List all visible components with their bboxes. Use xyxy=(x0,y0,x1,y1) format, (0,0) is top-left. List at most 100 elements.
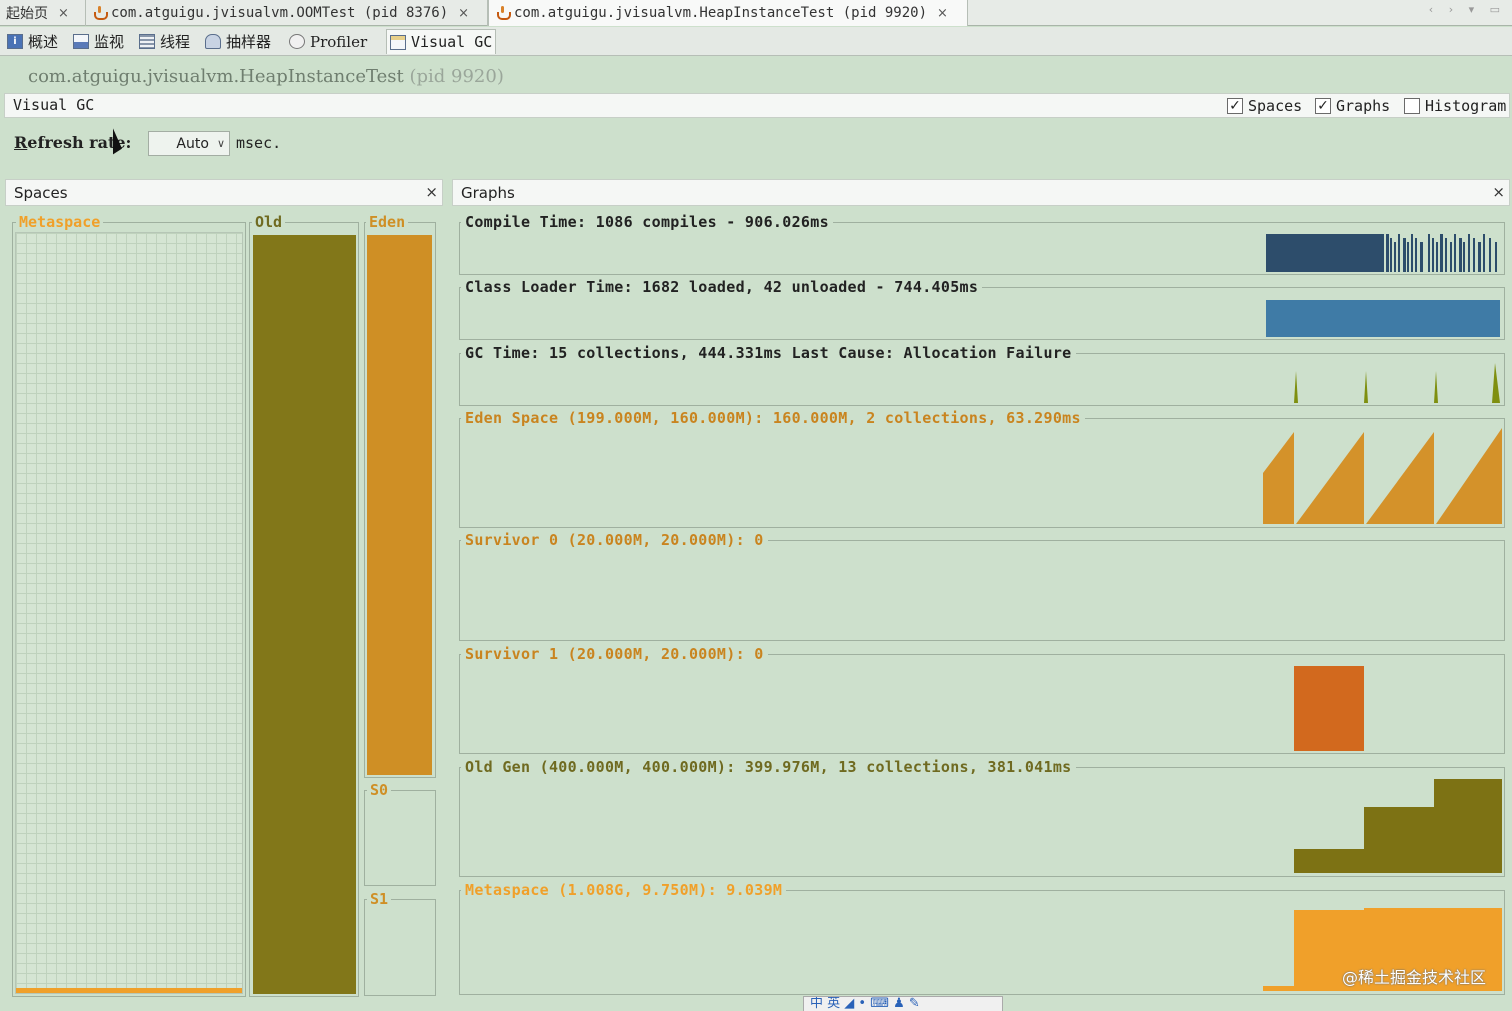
sampler-icon xyxy=(205,34,221,49)
tab-scroll-arrows[interactable]: ‹ › ▾ ▭ xyxy=(1429,3,1506,16)
close-icon[interactable]: × xyxy=(458,6,469,21)
eden-space-title: Eden Space (199.000M, 160.000M): 160.000… xyxy=(461,410,1085,426)
doc-tab-heapinstancetest[interactable]: com.atguigu.jvisualvm.HeapInstanceTest (… xyxy=(488,0,968,26)
ime-toolbar[interactable]: 中 英 ◢ • ⌨ ♟ ✎ xyxy=(803,996,1003,1011)
gc-time-title: GC Time: 15 collections, 444.331ms Last … xyxy=(461,345,1076,361)
eden-space-chart xyxy=(1263,428,1502,524)
tab-label: 概述 xyxy=(28,33,59,51)
s0-label: S0 xyxy=(367,782,392,798)
graphs-checkbox[interactable]: ✓ Graphs xyxy=(1315,97,1390,115)
doc-tab-start-page[interactable]: 起始页 × xyxy=(0,0,86,26)
compile-spike xyxy=(1483,234,1485,272)
checkbox-label: Graphs xyxy=(1336,97,1391,115)
visual-gc-toolbar: Visual GC ✓ Spaces ✓ Graphs Histogram xyxy=(4,93,1510,118)
compile-spike xyxy=(1432,238,1434,272)
process-title: com.atguigu.jvisualvm.HeapInstanceTest (… xyxy=(28,66,504,87)
compile-spike xyxy=(1398,234,1400,272)
doc-tab-oomtest[interactable]: com.atguigu.jvisualvm.OOMTest (pid 8376)… xyxy=(86,0,488,26)
eden-sawtooth xyxy=(1296,432,1364,524)
info-icon: i xyxy=(7,34,23,49)
spaces-panel-title: Spaces xyxy=(14,184,68,202)
tab-label: Visual GC xyxy=(411,33,493,51)
doc-tab-label: com.atguigu.jvisualvm.OOMTest (pid 8376) xyxy=(111,5,449,21)
checkmark-icon: ✓ xyxy=(1227,98,1243,114)
watermark: @稀土掘金技术社区 xyxy=(1341,968,1486,987)
survivor0-title: Survivor 0 (20.000M, 20.000M): 0 xyxy=(461,532,768,548)
class-loader-title: Class Loader Time: 1682 loaded, 42 unloa… xyxy=(461,279,983,295)
old-gen-title: Old Gen (400.000M, 400.000M): 399.976M, … xyxy=(461,759,1076,775)
spaces-checkbox[interactable]: ✓ Spaces xyxy=(1227,97,1302,115)
graphs-panel-title: Graphs xyxy=(461,184,515,202)
class-loader-block xyxy=(1266,300,1500,337)
compile-spike xyxy=(1463,242,1465,272)
s1-label: S1 xyxy=(367,891,392,907)
compile-spike xyxy=(1473,238,1475,272)
compile-spike xyxy=(1489,238,1491,272)
eden-sawtooth xyxy=(1436,428,1502,524)
compile-spike xyxy=(1407,242,1409,272)
refresh-rate-value: Auto xyxy=(176,135,209,152)
compile-spike xyxy=(1394,242,1396,272)
close-icon[interactable]: × xyxy=(1492,183,1505,201)
gc-spike xyxy=(1364,371,1368,403)
process-name: com.atguigu.jvisualvm.HeapInstanceTest xyxy=(28,66,404,87)
refresh-unit: msec. xyxy=(236,134,282,152)
metaspace-grid xyxy=(15,232,243,994)
checkbox-label: Histogram xyxy=(1425,97,1507,115)
tab-threads[interactable]: 线程 xyxy=(136,29,193,54)
tab-monitor[interactable]: 监视 xyxy=(70,29,127,54)
compile-spike xyxy=(1468,234,1470,272)
metaspace-label: Metaspace xyxy=(16,214,104,230)
survivor0-graph xyxy=(459,540,1505,641)
tab-sampler[interactable]: 抽样器 xyxy=(202,29,274,54)
eden-label: Eden xyxy=(366,214,409,230)
compile-spike xyxy=(1478,242,1481,272)
tab-overview[interactable]: i 概述 xyxy=(4,29,61,54)
close-icon[interactable]: × xyxy=(58,6,69,21)
gc-spike xyxy=(1434,371,1438,403)
doc-tab-label: 起始页 xyxy=(6,6,48,22)
spaces-panel-header: Spaces × xyxy=(5,179,443,206)
survivor1-block xyxy=(1294,666,1364,751)
close-icon[interactable]: × xyxy=(937,6,948,21)
compile-spike xyxy=(1450,242,1452,272)
old-fill xyxy=(253,235,356,994)
gc-spike xyxy=(1294,371,1298,403)
close-icon[interactable]: × xyxy=(425,183,438,201)
survivor1-chart xyxy=(1294,666,1364,751)
compile-spike xyxy=(1415,238,1417,272)
view-tab-bar: i 概述 监视 线程 抽样器 Profiler Visual GC xyxy=(0,27,1512,56)
compile-spike xyxy=(1428,234,1430,272)
document-tab-bar: 起始页 × com.atguigu.jvisualvm.OOMTest (pid… xyxy=(0,0,1512,26)
compile-time-title: Compile Time: 1086 compiles - 906.026ms xyxy=(461,214,833,230)
threads-icon xyxy=(139,34,155,49)
compile-spike xyxy=(1454,234,1456,272)
java-icon xyxy=(92,5,108,21)
gc-spike xyxy=(1492,363,1500,403)
chevron-down-icon: ∨ xyxy=(216,137,225,150)
tab-label: 线程 xyxy=(160,33,191,51)
refresh-rate-select[interactable]: Auto ∨ xyxy=(148,131,230,156)
tab-visual-gc[interactable]: Visual GC xyxy=(386,29,497,54)
tab-label: 抽样器 xyxy=(226,33,272,51)
visual-gc-icon xyxy=(390,34,406,50)
doc-tab-label: com.atguigu.jvisualvm.HeapInstanceTest (… xyxy=(514,5,928,21)
old-label: Old xyxy=(252,214,286,230)
metaspace-title: Metaspace (1.008G, 9.750M): 9.039M xyxy=(461,882,787,898)
tab-profiler[interactable]: Profiler xyxy=(286,29,370,54)
compile-spike xyxy=(1440,234,1443,272)
histogram-checkbox[interactable]: Histogram xyxy=(1404,97,1506,115)
survivor1-title: Survivor 1 (20.000M, 20.000M): 0 xyxy=(461,646,768,662)
tab-label: Profiler xyxy=(310,32,368,51)
visual-gc-label: Visual GC xyxy=(13,96,95,114)
compile-spike xyxy=(1436,242,1438,272)
compile-spike xyxy=(1390,238,1392,272)
compile-spike xyxy=(1445,238,1447,272)
mnemonic-letter: R xyxy=(14,133,28,152)
empty-checkbox-icon xyxy=(1404,98,1420,114)
eden-fill xyxy=(367,235,432,775)
compile-spike xyxy=(1411,234,1413,272)
process-pid: (pid 9920) xyxy=(409,66,504,87)
graphs-panel-header: Graphs × xyxy=(452,179,1510,206)
tab-label: 监视 xyxy=(94,33,125,51)
